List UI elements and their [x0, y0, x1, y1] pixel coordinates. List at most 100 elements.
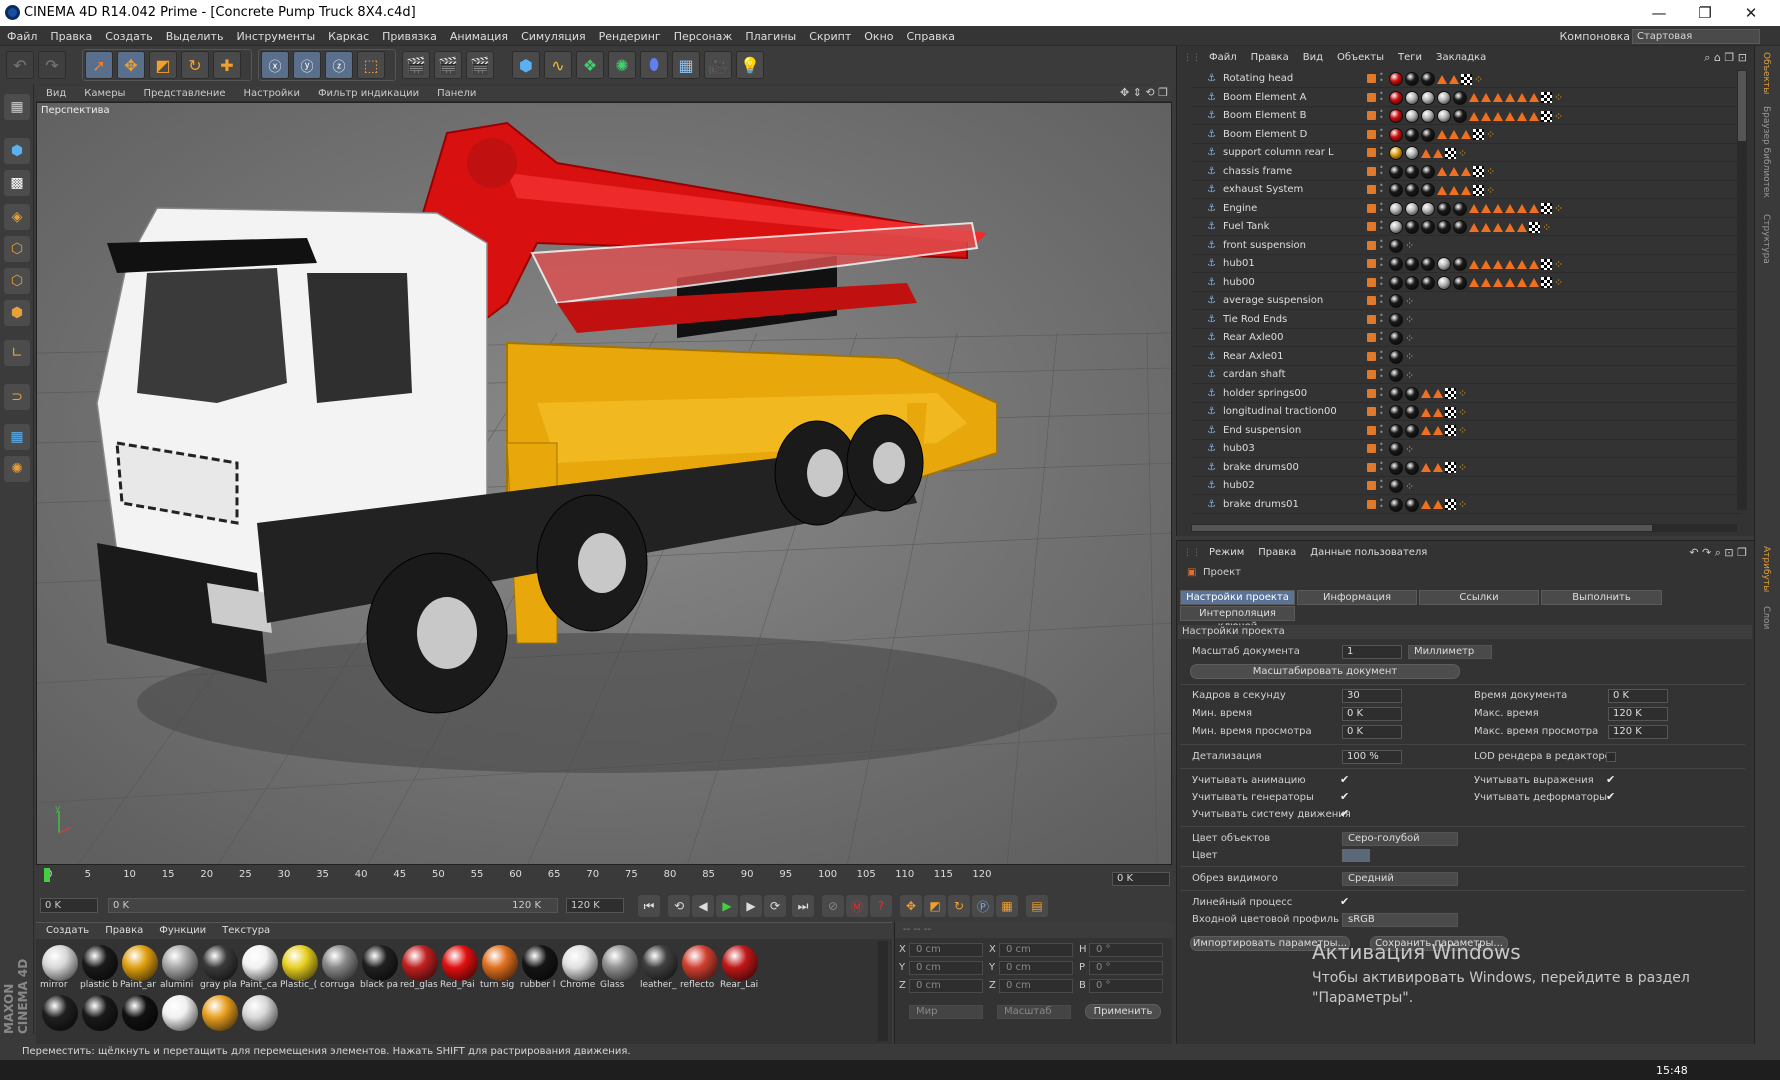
- visibility-dots-icon[interactable]: • •: [1379, 404, 1384, 418]
- material-tag-icon[interactable]: [1389, 220, 1403, 234]
- viewport-menu-item[interactable]: Фильтр индикации: [308, 87, 427, 99]
- uvw-tag-icon[interactable]: [1541, 110, 1552, 122]
- visibility-dots-icon[interactable]: • •: [1379, 422, 1384, 436]
- fps-field[interactable]: 30: [1342, 689, 1402, 703]
- layer-color-icon[interactable]: [1367, 425, 1376, 435]
- uvw-tag-icon[interactable]: [1473, 129, 1484, 140]
- phong-tag-icon[interactable]: ⁘: [1405, 443, 1414, 456]
- menu-item[interactable]: Правка: [43, 26, 98, 43]
- material-tag-icon[interactable]: [1389, 90, 1403, 105]
- object-row[interactable]: ⚓ Engine • • ⁘: [1191, 200, 1741, 218]
- layer-color-icon[interactable]: [1367, 296, 1376, 305]
- material-tag-icon[interactable]: [1453, 109, 1467, 123]
- material-tag-icon[interactable]: [1421, 127, 1435, 142]
- side-tab-objects[interactable]: Объекты: [1761, 52, 1771, 94]
- doc-scale-unit-select[interactable]: Миллиметр: [1408, 645, 1492, 659]
- texture-tag-icon[interactable]: [1529, 93, 1539, 102]
- material-tag-icon[interactable]: [1453, 275, 1467, 290]
- rot-h-field[interactable]: 0 °: [1089, 943, 1163, 957]
- snap-icon[interactable]: ▦: [4, 424, 30, 450]
- object-horizontal-scrollbar[interactable]: [1191, 524, 1737, 532]
- min-time-field[interactable]: 0 K: [1342, 707, 1402, 721]
- object-row[interactable]: ⚓ cardan shaft • • ⁘: [1191, 366, 1741, 384]
- texture-tag-icon[interactable]: [1469, 93, 1479, 102]
- uvw-tag-icon[interactable]: [1445, 388, 1456, 399]
- menu-item[interactable]: Привязка: [375, 26, 443, 43]
- object-row[interactable]: ⚓ holder springs00 • • ⁘: [1191, 385, 1741, 403]
- end-frame-field[interactable]: 120 K: [566, 898, 624, 913]
- texture-tag-icon[interactable]: [1517, 259, 1527, 269]
- material-tag-icon[interactable]: [1421, 257, 1435, 271]
- visibility-dots-icon[interactable]: • •: [1379, 163, 1384, 177]
- size-z-field[interactable]: 0 cm: [999, 979, 1073, 993]
- texture-tag-icon[interactable]: [1505, 111, 1515, 121]
- object-row[interactable]: ⚓ front suspension • • ⁘: [1191, 237, 1741, 255]
- object-row[interactable]: ⚓ Boom Element D • • ⁘: [1191, 126, 1741, 144]
- coord-mode-select[interactable]: Мир: [909, 1005, 983, 1019]
- material-swatch[interactable]: [40, 993, 80, 1039]
- layer-color-icon[interactable]: [1367, 277, 1376, 287]
- material-tag-icon[interactable]: [1389, 275, 1403, 290]
- render-view-icon[interactable]: 🎬: [402, 51, 430, 79]
- visibility-dots-icon[interactable]: • •: [1379, 256, 1384, 270]
- texture-tag-icon[interactable]: [1433, 500, 1443, 509]
- menu-item[interactable]: Файл: [0, 26, 43, 43]
- layer-color-icon[interactable]: [1367, 444, 1376, 453]
- material-tag-icon[interactable]: [1405, 386, 1419, 401]
- material-tag-icon[interactable]: [1405, 109, 1419, 123]
- scale-document-button[interactable]: Масштабировать документ: [1190, 664, 1460, 679]
- material-tag-icon[interactable]: [1437, 201, 1451, 216]
- texture-tag-icon[interactable]: [1529, 111, 1539, 121]
- current-frame-marker[interactable]: [44, 868, 50, 882]
- texture-tag-icon[interactable]: [1421, 500, 1431, 509]
- object-row[interactable]: ⚓ hub01 • • ⁘: [1191, 255, 1741, 273]
- object-row[interactable]: ⚓ End suspension • • ⁘: [1191, 422, 1741, 440]
- material-menu-item[interactable]: Создать: [36, 923, 95, 936]
- texture-tag-icon[interactable]: [1529, 204, 1539, 213]
- uvw-tag-icon[interactable]: [1541, 258, 1552, 270]
- texture-tag-icon[interactable]: [1517, 222, 1527, 232]
- material-tag-icon[interactable]: [1421, 183, 1435, 197]
- material-tag-icon[interactable]: [1405, 497, 1419, 512]
- material-swatch[interactable]: [120, 993, 160, 1039]
- timeline-ruler[interactable]: 0510152025303540455055606570758085909510…: [36, 868, 1172, 888]
- attribute-menu-item[interactable]: Правка: [1250, 546, 1302, 558]
- pos-x-field[interactable]: 0 cm: [909, 943, 983, 957]
- material-swatch[interactable]: [200, 993, 240, 1039]
- material-tag-icon[interactable]: [1389, 164, 1403, 179]
- model-mode-icon[interactable]: ⬢: [4, 138, 30, 164]
- redo-button[interactable]: ↷: [38, 51, 66, 79]
- visibility-dots-icon[interactable]: • •: [1379, 126, 1384, 140]
- texture-tag-icon[interactable]: [1493, 204, 1503, 213]
- cube-primitive-icon[interactable]: ⬢: [512, 51, 540, 79]
- uvw-tag-icon[interactable]: [1541, 277, 1552, 288]
- phong-tag-icon[interactable]: ⁘: [1405, 480, 1414, 493]
- rotate-tool-icon[interactable]: ↻: [181, 51, 209, 79]
- texture-tag-icon[interactable]: [1469, 278, 1479, 287]
- texture-tag-icon[interactable]: [1433, 389, 1443, 398]
- menu-item[interactable]: Рендеринг: [592, 26, 667, 43]
- texture-mode-icon[interactable]: ▩: [4, 170, 30, 196]
- texture-tag-icon[interactable]: [1449, 74, 1459, 84]
- key-rotation-icon[interactable]: ↻: [948, 895, 970, 917]
- material-swatch[interactable]: reflecto: [680, 943, 720, 990]
- object-vertical-scrollbar[interactable]: [1737, 70, 1747, 510]
- texture-tag-icon[interactable]: [1493, 278, 1503, 287]
- object-row[interactable]: ⚓ support column rear L • • ⁘: [1191, 144, 1741, 162]
- autokey-icon[interactable]: Ⓜ: [846, 895, 868, 917]
- visibility-dots-icon[interactable]: • •: [1379, 89, 1384, 103]
- texture-tag-icon[interactable]: [1493, 93, 1503, 102]
- phong-tag-icon[interactable]: ⁘: [1554, 110, 1563, 123]
- texture-tag-icon[interactable]: [1433, 407, 1443, 417]
- texture-tag-icon[interactable]: [1481, 278, 1491, 287]
- texture-tag-icon[interactable]: [1493, 222, 1503, 232]
- menu-item[interactable]: Выделить: [159, 26, 230, 43]
- material-swatch[interactable]: gray pla: [200, 943, 240, 990]
- y-axis-lock-icon[interactable]: ⓨ: [293, 51, 321, 79]
- menu-item[interactable]: Скрипт: [802, 26, 857, 43]
- key-pla-icon[interactable]: ▦: [996, 895, 1018, 917]
- material-swatch[interactable]: Paint_ar: [120, 943, 160, 990]
- material-swatch[interactable]: [160, 993, 200, 1039]
- object-row[interactable]: ⚓ hub03 • • ⁘: [1191, 440, 1741, 458]
- phong-tag-icon[interactable]: ⁘: [1486, 128, 1495, 141]
